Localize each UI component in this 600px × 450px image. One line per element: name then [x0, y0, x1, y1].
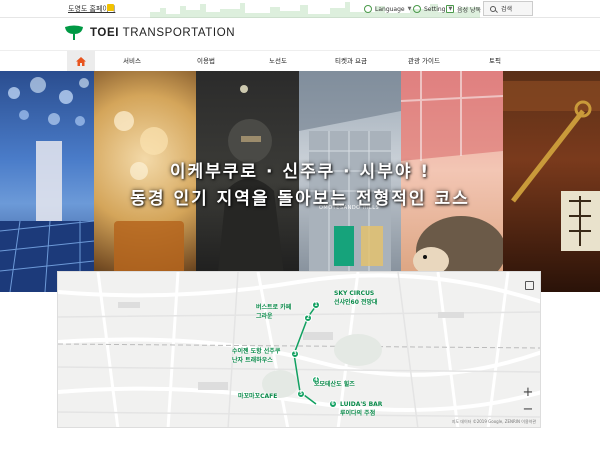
map-pin-3-label-line2: 난자 트래하우스 [232, 357, 273, 364]
speaker-icon [446, 5, 454, 13]
map-pin-5[interactable]: 5 [297, 390, 305, 398]
hero-title-line1: 이케부쿠로 · 신주쿠 · 시부야 ! [169, 162, 431, 182]
map-pin-3-label-line1: 수이젠 도항 선주쿠 [232, 348, 281, 355]
map-pin-2[interactable]: 2 [304, 314, 312, 322]
globe-icon [364, 5, 372, 13]
map-pin-2-label-line1: 버스트로 카페 [256, 304, 292, 311]
nav-item-routemap[interactable]: 노선도 [248, 51, 308, 71]
top-utility-bar: 도영도 홈페이지 Language ▼ Setting ▼ 음성 낭독 검색 [0, 0, 600, 18]
zoom-out-button[interactable]: − [520, 402, 536, 418]
nav-item-services[interactable]: 서비스 [102, 51, 162, 71]
setting-label: Setting [424, 5, 446, 13]
map-pin-3[interactable]: 3 [291, 350, 299, 358]
hero-banner[interactable]: OMOTESANDO HILLS 이케부쿠로 · 신주쿠 · 시부야 ! 동경 … [0, 71, 600, 292]
map-pin-1-label-line1: SKY CIRCUS [334, 290, 375, 297]
course-map[interactable]: 1 SKY CIRCUS 선샤인60 전망대 2 버스트로 카페그라운 3 수이젠… [57, 271, 541, 428]
bottom-spacer [0, 430, 600, 450]
nav-home[interactable] [67, 51, 95, 71]
map-pin-6-label-line1: LUIDA'S BAR [340, 401, 383, 408]
main-nav: 서비스 이용법 노선도 티켓과 요금 관광 가이드 토픽 [0, 50, 600, 71]
map-pin-5-label: 마꼬마꼬CAFE [238, 393, 278, 400]
map-attribution: 지도 데이터 ©2019 Google, ZENRIN 이용약관 [451, 419, 536, 424]
gear-icon [413, 5, 421, 13]
map-pin-2-label-line2: 그라운 [256, 313, 273, 320]
nav-item-tickets[interactable]: 티켓과 요금 [321, 51, 381, 71]
map-pin-6[interactable]: 6 [329, 400, 337, 408]
zoom-in-button[interactable]: + [520, 385, 536, 401]
map-pin-3-label: 수이젠 도항 선주쿠난자 트래하우스 [232, 346, 280, 364]
brand-name[interactable]: TOEI TRANSPORTATION [90, 27, 235, 39]
search-label: 검색 [501, 6, 513, 13]
hero-title-line2: 동경 인기 지역을 돌아보는 전형적인 코스 [130, 189, 470, 209]
site-header: TOEI TRANSPORTATION [0, 18, 600, 50]
map-pin-2-label: 버스트로 카페그라운 [256, 302, 291, 320]
fullscreen-icon[interactable] [525, 281, 534, 290]
language-label: Language [375, 5, 405, 13]
map-pin-1-label-line2: 선샤인60 전망대 [334, 299, 378, 306]
brand-bold: TOEI [90, 27, 120, 39]
brand-rest: TRANSPORTATION [119, 27, 236, 39]
toei-logo-icon[interactable] [64, 25, 84, 41]
map-pin-6-label-line2: 루이다의 주점 [340, 410, 376, 417]
nav-item-howto[interactable]: 이용법 [176, 51, 236, 71]
nav-item-tourism[interactable]: 관광 가이드 [394, 51, 454, 71]
page: 도영도 홈페이지 Language ▼ Setting ▼ 음성 낭독 검색 T… [0, 0, 600, 450]
map-pin-4-label: 오모테산도 힐즈 [314, 381, 355, 388]
home-icon [76, 56, 86, 66]
language-selector[interactable]: Language ▼ [364, 0, 411, 18]
voice-reading-button[interactable]: 음성 낭독 [446, 0, 481, 18]
nav-item-topics[interactable]: 토픽 [465, 51, 525, 71]
map-base [58, 272, 540, 427]
search-icon [490, 5, 496, 12]
external-link-icon [107, 4, 114, 11]
chevron-down-icon: ▼ [407, 6, 412, 12]
map-pin-1-label: SKY CIRCUS 선샤인60 전망대 [334, 290, 378, 306]
map-pin-6-label: LUIDA'S BAR 루이다의 주점 [340, 401, 382, 417]
map-pin-1[interactable]: 1 [312, 301, 320, 309]
search-button[interactable]: 검색 [483, 1, 533, 16]
voice-label: 음성 낭독 [457, 6, 481, 14]
